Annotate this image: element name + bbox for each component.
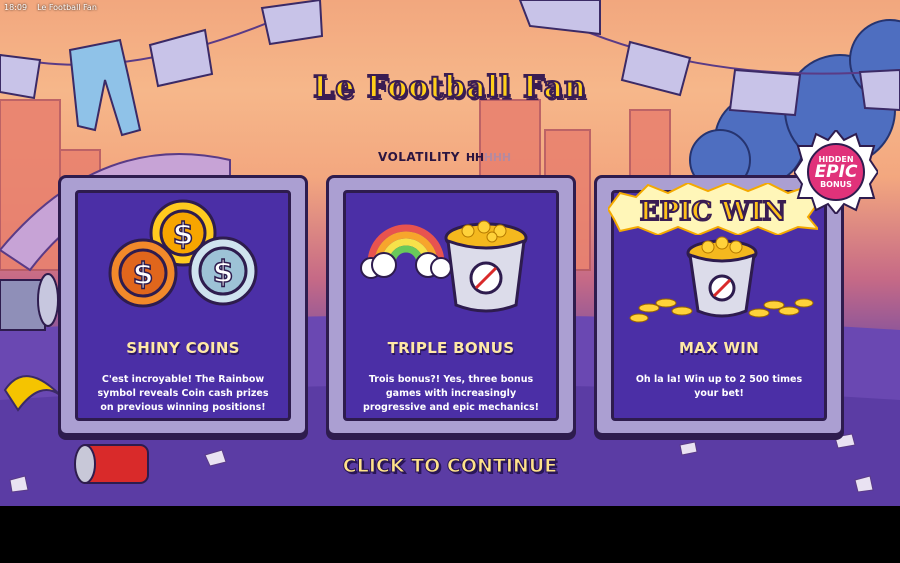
rainbow-bucket-icon <box>360 220 528 313</box>
feature-description: Oh la la! Win up to 2 500 times your bet… <box>635 374 803 399</box>
feature-card-triple-bonus: TRIPLE BONUS Trois bonus?! Yes, three bo… <box>326 175 576 436</box>
svg-text:$: $ <box>133 257 154 292</box>
volatility-h-icon: H <box>501 150 512 164</box>
svg-text:$: $ <box>213 255 234 290</box>
badge-line-2: EPIC <box>814 161 858 182</box>
volatility-h-icon: H <box>492 150 503 164</box>
feature-card-panel: $ $ $ SHINY COINS C'est incroyable! The Ra… <box>75 190 291 421</box>
volatility-h-icon: H <box>483 150 494 164</box>
epic-win-banner: EPIC WIN <box>608 183 818 235</box>
badge-line-3: BONUS <box>820 179 852 189</box>
feature-title: TRIPLE BONUS <box>387 339 515 357</box>
feature-title: SHINY COINS <box>126 339 240 357</box>
feature-title: MAX WIN <box>678 339 760 357</box>
click-to-continue-button[interactable]: CLICK TO CONTINUE <box>340 455 560 478</box>
svg-text:$: $ <box>173 217 194 252</box>
game-intro-screen[interactable]: 18:09 Le Football Fan Le Football Fan VO… <box>0 0 900 506</box>
feature-card-shiny-coins: $ $ $ SHINY COINS C'est incroyable! The Ra… <box>58 175 308 436</box>
game-title: Le Football Fan <box>312 69 587 106</box>
hidden-epic-bonus-badge: HIDDEN EPIC BONUS <box>792 128 880 216</box>
badge-text: HIDDEN EPIC BONUS <box>794 130 878 214</box>
window-title: Le Football Fan <box>37 2 97 12</box>
coins-icon: $ $ $ <box>108 199 258 308</box>
volatility-icons: HHHHH <box>465 150 512 164</box>
clock-text: 18:09 <box>4 2 28 12</box>
feature-card-panel: TRIPLE BONUS Trois bonus?! Yes, three bo… <box>343 190 559 421</box>
volatility-meter: VOLATILITY HHHHH <box>378 150 512 164</box>
epic-win-text: EPIC WIN <box>640 197 786 227</box>
volatility-h-icon: H <box>474 150 485 164</box>
volatility-h-icon: H <box>465 150 476 164</box>
game-logo: Le Football Fan <box>290 69 610 120</box>
window-titlebar: 18:09 Le Football Fan <box>0 0 900 14</box>
volatility-label: VOLATILITY <box>378 150 460 164</box>
feature-description: C'est incroyable! The Rainbow symbol rev… <box>97 374 269 413</box>
feature-description: Trois bonus?! Yes, three bonus games wit… <box>363 374 539 413</box>
